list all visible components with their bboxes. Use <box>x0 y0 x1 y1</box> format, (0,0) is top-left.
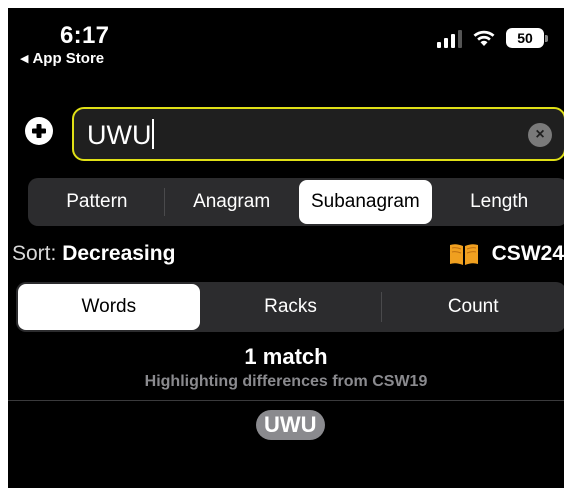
tab-length[interactable]: Length <box>432 180 564 224</box>
divider <box>8 400 564 401</box>
view-mode-control: Words Racks Count <box>16 282 564 332</box>
search-input[interactable]: UWU × <box>72 107 564 161</box>
tab-anagram[interactable]: Anagram <box>165 180 299 224</box>
tab-words[interactable]: Words <box>18 284 200 330</box>
sort-value: Decreasing <box>62 242 176 265</box>
text-caret <box>152 119 155 149</box>
search-mode-control: Pattern Anagram Subanagram Length <box>28 178 564 226</box>
app-screen: 6:17 ◀ App Store 50 UWU × Pattern Anagra… <box>8 8 564 488</box>
search-input-value: UWU <box>87 120 152 150</box>
cellular-signal-icon <box>437 28 462 48</box>
tab-count[interactable]: Count <box>382 284 564 330</box>
add-circle-icon[interactable] <box>24 116 54 146</box>
tab-racks[interactable]: Racks <box>200 284 382 330</box>
back-app-label: App Store <box>32 50 105 67</box>
tab-subanagram[interactable]: Subanagram <box>298 180 433 224</box>
battery-icon: 50 <box>506 28 548 48</box>
sort-label: Sort: <box>12 242 57 265</box>
highlight-note: Highlighting differences from CSW19 <box>144 373 428 390</box>
battery-level: 50 <box>506 28 544 48</box>
back-triangle-icon: ◀ <box>20 53 29 65</box>
wifi-icon <box>473 30 495 46</box>
tab-pattern[interactable]: Pattern <box>30 180 164 224</box>
result-word[interactable]: UWU <box>256 410 325 440</box>
sort-selector[interactable]: Sort: Decreasing <box>12 242 175 266</box>
status-indicators: 50 <box>437 28 548 48</box>
clear-search-icon[interactable]: × <box>528 123 552 147</box>
back-to-app-link[interactable]: ◀ App Store <box>20 50 104 67</box>
dictionary-name: CSW24 <box>491 242 564 265</box>
dictionary-selector[interactable]: CSW24 <box>448 242 564 266</box>
match-count: 1 match <box>244 344 328 369</box>
status-time: 6:17 <box>60 22 110 49</box>
book-icon <box>449 244 478 265</box>
